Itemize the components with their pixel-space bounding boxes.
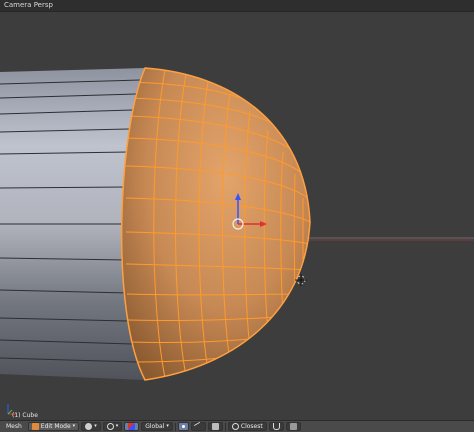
pivot-icon: [106, 423, 114, 430]
orientation-selector[interactable]: Global ▾: [141, 422, 173, 431]
viewport-topbar: Camera Persp: [0, 0, 474, 12]
solid-shading-icon: [85, 423, 93, 430]
edit-mode-icon: [31, 423, 39, 430]
edge-select-button[interactable]: [190, 421, 206, 432]
viewport-header: Mesh Edit Mode ▾ ▾ ▾ Global ▾ Closest: [0, 420, 474, 432]
vertex-select-button[interactable]: [177, 422, 189, 431]
proportional-editing-selector[interactable]: Closest: [227, 422, 267, 431]
mesh-scene[interactable]: [0, 12, 474, 418]
chevron-down-icon: ▾: [115, 423, 119, 429]
view-name: Camera Persp: [4, 1, 53, 9]
render-button[interactable]: [285, 422, 301, 431]
mode-selector[interactable]: Edit Mode ▾: [27, 422, 80, 431]
selected-dome[interactable]: [120, 67, 311, 381]
object-info: (1) Cube: [12, 412, 38, 419]
proportional-icon: [231, 423, 239, 430]
edge-select-icon: [193, 421, 204, 432]
separator: [174, 422, 176, 431]
pivot-selector[interactable]: ▾: [102, 422, 123, 431]
magnet-icon: [272, 423, 280, 430]
chevron-down-icon: ▾: [94, 423, 97, 429]
shading-selector[interactable]: ▾: [81, 422, 101, 431]
manipulator-toggle[interactable]: [124, 422, 140, 431]
chevron-down-icon: ▾: [72, 423, 76, 429]
face-select-button[interactable]: [207, 422, 223, 431]
mesh-menu[interactable]: Mesh: [2, 422, 26, 431]
render-icon: [289, 423, 297, 430]
snap-toggle[interactable]: [268, 422, 284, 431]
separator: [224, 422, 226, 431]
3d-viewport[interactable]: Camera Persp (1) Cube Mesh Edit Mode ▾ ▾…: [0, 0, 474, 432]
chevron-down-icon: ▾: [166, 423, 169, 429]
vertex-select-icon: [181, 425, 185, 428]
face-select-icon: [211, 423, 219, 430]
manipulator-icon: [128, 423, 136, 430]
